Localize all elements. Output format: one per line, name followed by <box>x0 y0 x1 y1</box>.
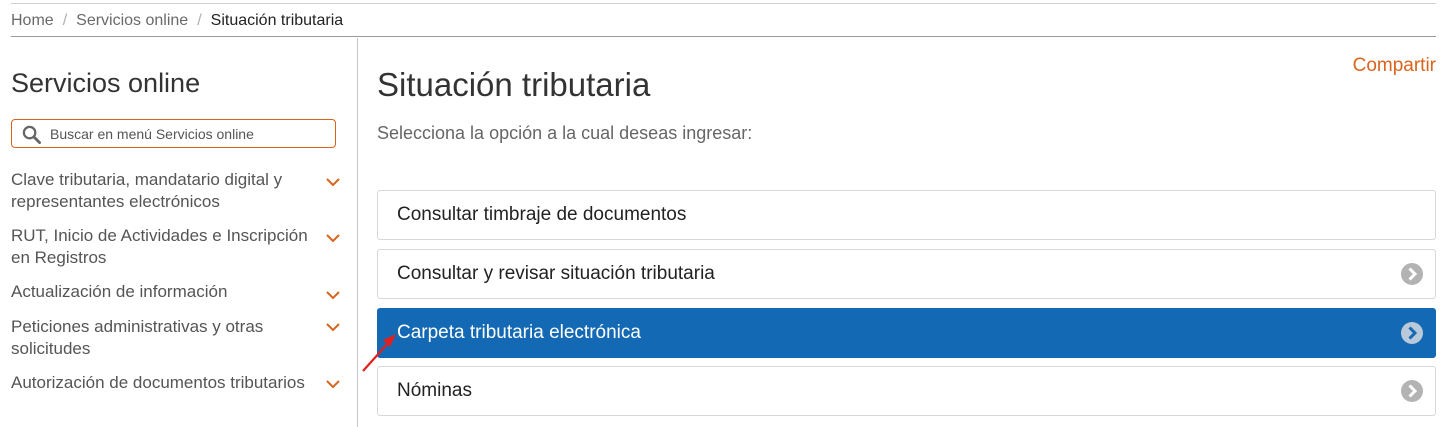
annotation-arrow-icon <box>362 334 396 372</box>
sidebar-item-label: RUT, Inicio de Actividades e Inscripción… <box>11 226 308 267</box>
breadcrumb-bar: Home / Servicios online / Situación tributar… <box>11 4 1436 37</box>
sidebar-item-label: Autorización de documentos tributarios <box>11 373 305 392</box>
option-label: Carpeta tributaria electrónica <box>397 322 641 343</box>
breadcrumb-separator: / <box>197 12 202 29</box>
sidebar-item-actualizacion[interactable]: Actualización de información <box>11 281 341 303</box>
sidebar-item-rut[interactable]: RUT, Inicio de Actividades e Inscripción… <box>11 225 341 269</box>
page-subtitle: Selecciona la opción a la cual deseas in… <box>377 123 753 143</box>
page-title: Situación tributaria <box>377 66 651 103</box>
sidebar-item-autorizacion[interactable]: Autorización de documentos tributarios <box>11 372 341 394</box>
sidebar-title: Servicios online <box>11 68 201 98</box>
sidebar-divider <box>357 38 358 427</box>
chevron-right-circle-icon <box>1401 263 1423 285</box>
search-input[interactable] <box>50 120 330 147</box>
sidebar-item-label: Peticiones administrativas y otras solic… <box>11 317 264 358</box>
chevron-down-icon[interactable] <box>325 289 341 301</box>
sidebar-item-label: Clave tributaria, mandatario digital y r… <box>11 170 283 211</box>
chevron-down-icon[interactable] <box>325 378 341 390</box>
option-label: Consultar y revisar situación tributaria <box>397 263 715 284</box>
option-label: Nóminas <box>397 380 472 401</box>
sidebar-item-label: Actualización de información <box>11 282 228 301</box>
search-icon <box>22 125 41 144</box>
option-consultar-situacion[interactable]: Consultar y revisar situación tributaria <box>377 249 1436 299</box>
breadcrumb-servicios-online[interactable]: Servicios online <box>76 12 188 29</box>
chevron-right-circle-icon <box>1401 322 1423 344</box>
option-label: Consultar timbraje de documentos <box>397 204 687 225</box>
sidebar-search <box>11 119 336 148</box>
chevron-down-icon[interactable] <box>325 232 341 244</box>
share-link[interactable]: Compartir <box>1353 55 1436 77</box>
sidebar-item-peticiones[interactable]: Peticiones administrativas y otras solic… <box>11 316 341 360</box>
option-carpeta-tributaria[interactable]: Carpeta tributaria electrónica <box>377 308 1436 358</box>
option-consultar-timbraje[interactable]: Consultar timbraje de documentos <box>377 190 1436 240</box>
breadcrumb-current: Situación tributaria <box>210 12 344 29</box>
breadcrumb-separator: / <box>62 12 68 29</box>
chevron-right-circle-icon <box>1401 380 1423 402</box>
sidebar: Servicios online Clave tributaria, manda… <box>11 38 357 427</box>
option-nominas[interactable]: Nóminas <box>377 366 1436 416</box>
breadcrumb-home[interactable]: Home <box>11 12 54 29</box>
chevron-down-icon[interactable] <box>325 321 341 333</box>
chevron-down-icon[interactable] <box>325 176 341 188</box>
breadcrumb: Home / Servicios online / Situación tributar… <box>11 12 343 30</box>
sidebar-item-clave-tributaria[interactable]: Clave tributaria, mandatario digital y r… <box>11 169 341 213</box>
